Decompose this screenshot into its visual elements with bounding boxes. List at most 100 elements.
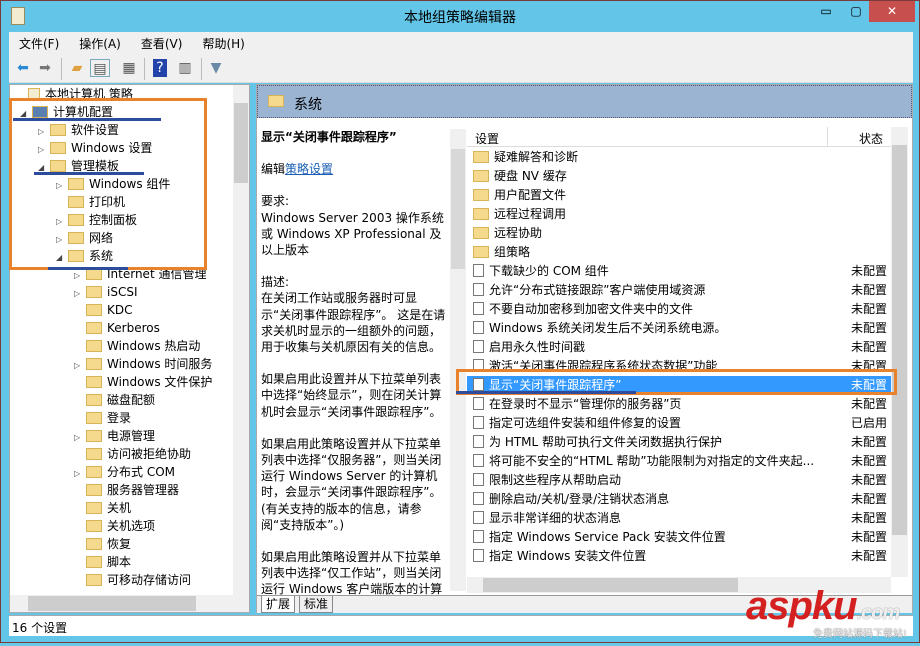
setting-row[interactable]: 下载缺少的 COM 组件 未配置 — [467, 262, 891, 281]
tree-item[interactable]: 脚本 — [74, 553, 131, 571]
close-button[interactable]: ✕ — [869, 1, 915, 22]
setting-row[interactable]: 为 HTML 帮助可执行文件关闭数据执行保护 未配置 — [467, 433, 891, 452]
tree-item[interactable]: 磁盘配额 — [74, 391, 155, 409]
setting-state: 未配置 — [850, 492, 887, 506]
setting-state: 未配置 — [850, 283, 887, 297]
description-paragraph: 如果启用此设置并从下拉菜单列表中选择“始终显示”，则在闭关计算机时会显示“关闭事… — [261, 372, 442, 419]
minimize-button[interactable]: ▭ — [813, 1, 839, 22]
setting-row[interactable]: 疑难解答和诊断 — [467, 148, 891, 167]
setting-row[interactable]: 指定可选组件安装和组件修复的设置 已启用 — [467, 414, 891, 433]
list-vertical-scrollbar[interactable] — [891, 127, 908, 577]
setting-state: 未配置 — [850, 435, 887, 449]
setting-row[interactable]: 指定 Windows 安装文件位置 未配置 — [467, 547, 891, 566]
details-header-title: 系统 — [294, 97, 322, 113]
folder-icon — [86, 322, 102, 334]
tree-item[interactable]: 访问被拒绝协助 — [74, 445, 191, 463]
tree-item-label: KDC — [107, 303, 133, 317]
setting-row[interactable]: 不要自动加密移到加密文件夹中的文件 未配置 — [467, 300, 891, 319]
folder-icon — [473, 151, 489, 163]
policy-icon — [473, 454, 484, 467]
tree-item[interactable]: 登录 — [74, 409, 131, 427]
setting-row[interactable]: 在登录时不显示“管理你的服务器”页 未配置 — [467, 395, 891, 414]
maximize-button[interactable]: ▢ — [843, 1, 869, 22]
settings-list: 设置 状态 疑难解答和诊断 硬盘 NV 缓存 用户配置文件 远程过程调用 远程协助 组策略… — [467, 127, 891, 577]
filter-icon[interactable]: ▼ — [206, 59, 226, 77]
tree-item[interactable]: KDC — [74, 301, 133, 319]
tree-item[interactable]: ▷ 电源管理 — [74, 427, 155, 445]
menu-file[interactable]: 文件(F) — [9, 32, 69, 52]
setting-state: 未配置 — [850, 264, 887, 278]
menu-help[interactable]: 帮助(H) — [192, 32, 254, 52]
setting-row[interactable]: 组策略 — [467, 243, 891, 262]
tree-item[interactable]: ▷ iSCSI — [74, 283, 138, 301]
tree-item[interactable]: Windows 文件保护 — [74, 373, 212, 391]
setting-name: 启用永久性时间戳 — [489, 340, 586, 354]
column-header-state[interactable]: 状态 — [859, 130, 883, 147]
annotation-box-tree — [9, 98, 207, 270]
setting-row[interactable]: 删除启动/关机/登录/注销状态消息 未配置 — [467, 490, 891, 509]
annotation-underline — [13, 118, 161, 121]
setting-row[interactable]: 显示非常详细的状态消息 未配置 — [467, 509, 891, 528]
tree-vertical-scrollbar[interactable] — [233, 85, 249, 595]
policy-icon — [473, 283, 484, 296]
up-folder-icon[interactable]: ▰ — [67, 59, 87, 77]
annotation-underline — [456, 391, 636, 394]
setting-row[interactable]: 将可能不安全的“HTML 帮助”功能限制为对指定的文件夹起... 未配置 — [467, 452, 891, 471]
setting-state: 未配置 — [850, 454, 887, 468]
description-scroll-thumb[interactable] — [451, 149, 465, 269]
tree-item[interactable]: 关机选项 — [74, 517, 155, 535]
setting-row[interactable]: 远程过程调用 — [467, 205, 891, 224]
edit-label: 编辑 — [261, 162, 286, 177]
setting-row[interactable]: 启用永久性时间戳 未配置 — [467, 338, 891, 357]
tree-item-label: 关机选项 — [107, 519, 156, 533]
menu-bar: 文件(F) 操作(A) 查看(V) 帮助(H) — [9, 32, 913, 54]
export-list-icon[interactable]: ▦ — [119, 59, 139, 77]
setting-row[interactable]: 限制这些程序从帮助启动 未配置 — [467, 471, 891, 490]
setting-row[interactable]: 用户配置文件 — [467, 186, 891, 205]
tree-item-label: 恢复 — [107, 537, 132, 551]
tree-hscroll-thumb[interactable] — [28, 596, 196, 611]
help-icon[interactable]: ? — [153, 59, 167, 77]
setting-row[interactable]: Windows 系统关闭发生后不关闭系统电源。 未配置 — [467, 319, 891, 338]
policy-settings-link[interactable]: 策略设置 — [285, 162, 333, 176]
tree-item[interactable]: Kerberos — [74, 319, 160, 337]
tree-item[interactable]: ▷ Windows 时间服务 — [74, 355, 212, 373]
policy-icon — [473, 321, 484, 334]
setting-row[interactable]: 指定 Windows Service Pack 安装文件位置 未配置 — [467, 528, 891, 547]
menu-action[interactable]: 操作(A) — [69, 32, 131, 52]
setting-row[interactable]: 远程协助 — [467, 224, 891, 243]
description-paragraph: 描述: 在关闭工作站或服务器时可显示“关闭事件跟踪程序”。 这是在请求关机时显示… — [261, 275, 446, 355]
toolbar: ⬅ ➡ ▰ ▤ ▦ ? ▥ ▼ — [9, 54, 913, 83]
tree-item[interactable]: 关机 — [74, 499, 131, 517]
show-hide-tree-icon[interactable]: ▤ — [90, 59, 110, 77]
policy-icon — [473, 340, 484, 353]
folder-icon — [86, 574, 102, 586]
back-arrow-icon[interactable]: ⬅ — [13, 59, 33, 77]
setting-name: 限制这些程序从帮助启动 — [489, 473, 622, 487]
folder-icon — [86, 376, 102, 388]
tree-item[interactable]: ▷ 分布式 COM — [74, 463, 175, 481]
setting-row[interactable]: 允许“分布式链接跟踪”客户端使用域资源 未配置 — [467, 281, 891, 300]
list-scroll-thumb[interactable] — [892, 145, 907, 535]
forward-arrow-icon[interactable]: ➡ — [35, 59, 55, 77]
setting-state: 未配置 — [850, 397, 887, 411]
tab-standard[interactable]: 标准 — [299, 596, 334, 613]
tab-extended[interactable]: 扩展 — [261, 596, 296, 613]
details-header: 系统 — [257, 85, 912, 118]
app-window: 本地组策略编辑器 ▭ ▢ ✕ 文件(F) 操作(A) 查看(V) 帮助(H) ⬅ ➡ … — [0, 0, 920, 643]
tree-item-label: iSCSI — [107, 285, 138, 299]
setting-row[interactable]: 硬盘 NV 缓存 — [467, 167, 891, 186]
column-header-setting[interactable]: 设置 — [475, 130, 499, 147]
setting-name: 删除启动/关机/登录/注销状态消息 — [489, 492, 670, 506]
tree-item[interactable]: Windows 热启动 — [74, 337, 200, 355]
tree-item[interactable]: 恢复 — [74, 535, 131, 553]
tree-scroll-thumb[interactable] — [234, 103, 248, 183]
setting-name: 允许“分布式链接跟踪”客户端使用域资源 — [489, 283, 706, 297]
tree-item[interactable]: 可移动存储访问 — [74, 571, 191, 589]
tree-horizontal-scrollbar[interactable] — [10, 595, 249, 612]
list-hscroll-thumb[interactable] — [483, 578, 738, 592]
properties-pane-icon[interactable]: ▥ — [175, 59, 195, 77]
tree-item[interactable]: 服务器管理器 — [74, 481, 179, 499]
description-scrollbar[interactable] — [450, 129, 466, 591]
menu-view[interactable]: 查看(V) — [131, 32, 193, 52]
